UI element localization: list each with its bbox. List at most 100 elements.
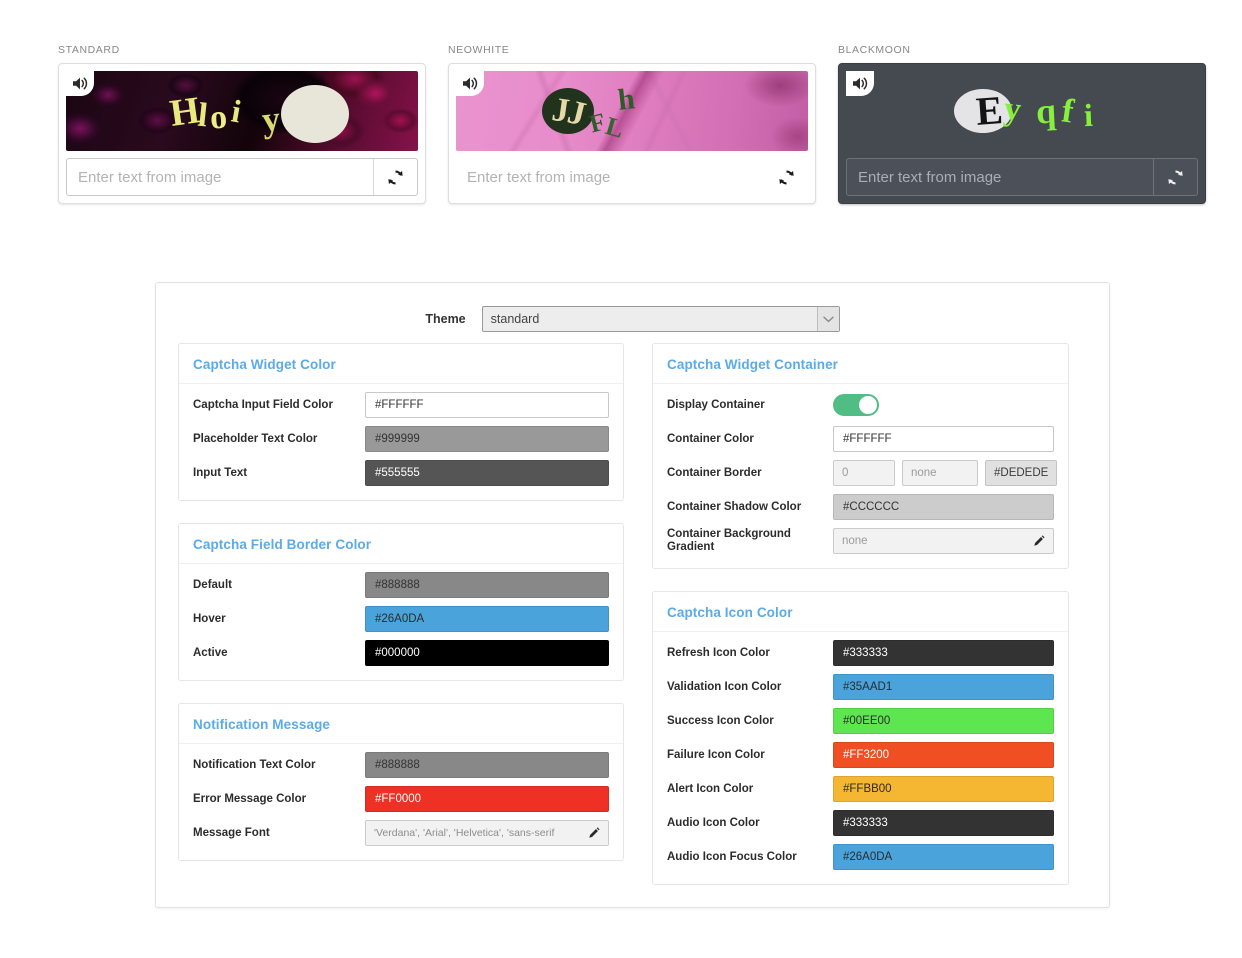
color-swatch[interactable]: #26A0DA xyxy=(365,606,609,632)
field-label: Container Shadow Color xyxy=(667,500,833,514)
captcha-text-standard: H l o i y xyxy=(66,71,418,151)
settings-right-column: Captcha Widget Container Display Contain… xyxy=(652,343,1069,907)
field-validation-icon-color: Validation Icon Color #35AAD1 xyxy=(653,666,1068,700)
refresh-icon xyxy=(1166,168,1185,187)
color-swatch[interactable]: #35AAD1 xyxy=(833,674,1054,700)
container-border-group: 0 none #DEDEDE xyxy=(833,460,1057,486)
field-display-container: Display Container xyxy=(653,384,1068,418)
field-container-border: Container Border 0 none #DEDEDE xyxy=(653,452,1068,486)
refresh-icon xyxy=(386,168,405,187)
display-container-toggle[interactable] xyxy=(833,394,879,416)
message-font-field[interactable]: 'Verdana', 'Arial', 'Helvetica', 'sans-s… xyxy=(365,820,609,846)
card-title: Captcha Widget Container xyxy=(653,344,1068,384)
field-label: Error Message Color xyxy=(193,792,365,806)
field-label: Default xyxy=(193,578,365,592)
field-label: Container Color xyxy=(667,432,833,446)
speaker-icon xyxy=(72,76,89,91)
captcha-input-row-blackmoon xyxy=(846,158,1198,196)
theme-selector-row: Theme standard neowhite blackmoon xyxy=(156,283,1109,343)
field-refresh-icon-color: Refresh Icon Color #333333 xyxy=(653,632,1068,666)
color-swatch[interactable]: #FFFFFF xyxy=(365,392,609,418)
speaker-icon xyxy=(852,76,869,91)
captcha-preview-neowhite: NEOWHITE J J F L h xyxy=(448,44,816,204)
field-failure-icon-color: Failure Icon Color #FF3200 xyxy=(653,734,1068,768)
field-label: Input Text xyxy=(193,466,365,480)
card-captcha-field-border-color: Captcha Field Border Color Default #8888… xyxy=(178,523,624,681)
field-label: Placeholder Text Color xyxy=(193,432,365,446)
captcha-widget-standard: H l o i y xyxy=(58,63,426,204)
color-swatch[interactable]: #CCCCCC xyxy=(833,494,1054,520)
color-swatch[interactable]: #999999 xyxy=(365,426,609,452)
captcha-text-input-blackmoon[interactable] xyxy=(847,159,1153,195)
card-captcha-widget-color: Captcha Widget Color Captcha Input Field… xyxy=(178,343,624,501)
field-label: Refresh Icon Color xyxy=(667,646,833,660)
field-label: Audio Icon Color xyxy=(667,816,833,830)
color-swatch[interactable]: #FF0000 xyxy=(365,786,609,812)
theme-settings-panel: Theme standard neowhite blackmoon Captch… xyxy=(155,282,1110,908)
preview-label-blackmoon: BLACKMOON xyxy=(838,44,1206,57)
refresh-button-neowhite[interactable] xyxy=(764,158,808,196)
color-swatch[interactable]: #333333 xyxy=(833,810,1054,836)
audio-button-neowhite[interactable] xyxy=(456,71,484,96)
border-style-input[interactable]: none xyxy=(902,460,978,486)
field-border-hover: Hover #26A0DA xyxy=(179,598,623,632)
field-audio-icon-focus-color: Audio Icon Focus Color #26A0DA xyxy=(653,836,1068,870)
field-label: Display Container xyxy=(667,398,833,412)
theme-select[interactable]: standard neowhite blackmoon xyxy=(482,306,840,332)
field-success-icon-color: Success Icon Color #00EE00 xyxy=(653,700,1068,734)
field-label: Container Background Gradient xyxy=(667,528,833,554)
field-notification-text-color: Notification Text Color #888888 xyxy=(179,744,623,778)
captcha-text-blackmoon: E y q f i xyxy=(846,71,1198,151)
captcha-input-row-neowhite xyxy=(456,158,808,196)
color-swatch[interactable]: #FFBB00 xyxy=(833,776,1054,802)
card-notification-message: Notification Message Notification Text C… xyxy=(178,703,624,861)
container-gradient-field[interactable]: none xyxy=(833,528,1054,554)
field-error-message-color: Error Message Color #FF0000 xyxy=(179,778,623,812)
captcha-preview-standard: STANDARD H l o i y xyxy=(58,44,426,204)
captcha-input-row-standard xyxy=(66,158,418,196)
captcha-widget-neowhite: J J F L h xyxy=(448,63,816,204)
field-label: Active xyxy=(193,646,365,660)
color-swatch[interactable]: #FFFFFF xyxy=(833,426,1054,452)
refresh-icon xyxy=(777,168,796,187)
field-label: Alert Icon Color xyxy=(667,782,833,796)
pencil-icon xyxy=(588,827,600,839)
color-swatch[interactable]: #00EE00 xyxy=(833,708,1054,734)
color-swatch[interactable]: #555555 xyxy=(365,460,609,486)
color-swatch[interactable]: #888888 xyxy=(365,752,609,778)
card-title: Notification Message xyxy=(179,704,623,744)
field-border-default: Default #888888 xyxy=(179,564,623,598)
field-container-color: Container Color #FFFFFF xyxy=(653,418,1068,452)
settings-left-column: Captcha Widget Color Captcha Input Field… xyxy=(178,343,624,907)
card-captcha-widget-container: Captcha Widget Container Display Contain… xyxy=(652,343,1069,569)
field-label: Captcha Input Field Color xyxy=(193,398,365,412)
field-audio-icon-color: Audio Icon Color #333333 xyxy=(653,802,1068,836)
audio-button-blackmoon[interactable] xyxy=(846,71,874,96)
audio-button-standard[interactable] xyxy=(66,71,94,96)
color-swatch[interactable]: #FF3200 xyxy=(833,742,1054,768)
color-swatch[interactable]: #000000 xyxy=(365,640,609,666)
field-container-background-gradient: Container Background Gradient none xyxy=(653,520,1068,554)
field-input-text: Input Text #555555 xyxy=(179,452,623,486)
border-color-swatch[interactable]: #DEDEDE xyxy=(985,460,1057,486)
field-captcha-input-field-color: Captcha Input Field Color #FFFFFF xyxy=(179,384,623,418)
captcha-preview-row: STANDARD H l o i y xyxy=(0,44,1242,204)
pencil-icon xyxy=(1033,535,1045,547)
refresh-button-standard[interactable] xyxy=(373,159,417,195)
color-swatch[interactable]: #333333 xyxy=(833,640,1054,666)
captcha-image-blackmoon: E y q f i xyxy=(846,71,1198,151)
color-swatch[interactable]: #888888 xyxy=(365,572,609,598)
captcha-text-input-neowhite[interactable] xyxy=(456,158,764,196)
captcha-image-neowhite: J J F L h xyxy=(456,71,808,151)
color-swatch[interactable]: #26A0DA xyxy=(833,844,1054,870)
border-width-input[interactable]: 0 xyxy=(833,460,895,486)
card-title: Captcha Field Border Color xyxy=(179,524,623,564)
captcha-widget-blackmoon: E y q f i xyxy=(838,63,1206,204)
card-captcha-icon-color: Captcha Icon Color Refresh Icon Color #3… xyxy=(652,591,1069,885)
captcha-text-input-standard[interactable] xyxy=(67,159,373,195)
refresh-button-blackmoon[interactable] xyxy=(1153,159,1197,195)
field-alert-icon-color: Alert Icon Color #FFBB00 xyxy=(653,768,1068,802)
message-font-value: 'Verdana', 'Arial', 'Helvetica', 'sans-s… xyxy=(374,827,554,839)
field-label: Success Icon Color xyxy=(667,714,833,728)
field-label: Message Font xyxy=(193,826,365,840)
